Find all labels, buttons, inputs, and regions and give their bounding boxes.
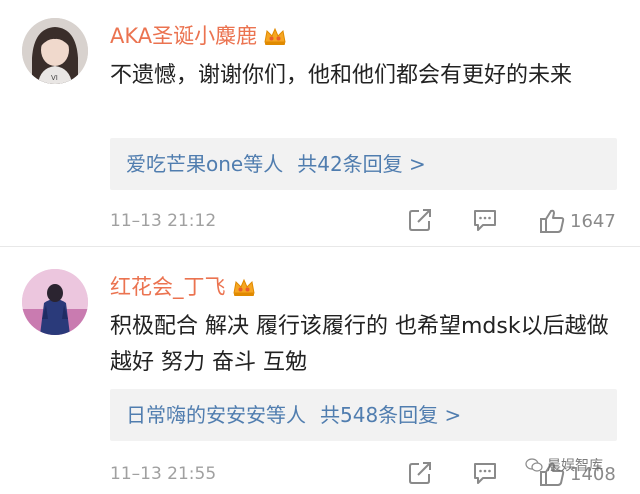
svg-text:VI: VI: [51, 74, 58, 82]
comment-icon: [474, 210, 496, 231]
username-row: AKA圣诞小麋鹿: [110, 20, 287, 50]
share-button[interactable]: [407, 207, 433, 237]
watermark: 晨娱智库: [525, 455, 603, 475]
share-button[interactable]: [407, 460, 433, 490]
username-row: 红花会_丁飞: [110, 271, 256, 301]
share-icon: [409, 462, 431, 484]
reply-button[interactable]: [472, 460, 498, 490]
share-icon: [409, 209, 431, 231]
timestamp: 11–13 21:55: [110, 464, 217, 484]
thumbs-up-icon: [540, 209, 565, 233]
reply-users: 爱吃芒果one等人: [126, 152, 284, 176]
replies-summary-button[interactable]: 日常嗨的安安安等人 共548条回复 >: [110, 389, 617, 441]
comment-item: VI AKA圣诞小麋鹿 不遗憾，谢谢你们，他和他们都会有更好的未来 爱吃芒果on…: [0, 0, 640, 247]
avatar[interactable]: [22, 269, 88, 335]
watermark-text: 晨娱智库: [547, 458, 603, 474]
reply-users: 日常嗨的安安安等人: [126, 403, 306, 427]
reply-count: 共42条回复 >: [297, 152, 426, 176]
like-button[interactable]: [538, 207, 566, 237]
crown-badge-icon[interactable]: [263, 26, 287, 46]
comment-text: 不遗憾，谢谢你们，他和他们都会有更好的未来: [110, 63, 573, 88]
wechat-icon: [525, 458, 543, 472]
comment-meta: 11–13 21:12 1647: [110, 207, 625, 237]
replies-summary-button[interactable]: 爱吃芒果one等人 共42条回复 >: [110, 138, 617, 190]
avatar[interactable]: VI: [22, 18, 88, 84]
reply-button[interactable]: [472, 207, 498, 237]
timestamp: 11–13 21:12: [110, 211, 217, 231]
crown-badge-icon[interactable]: [232, 277, 256, 297]
username-link[interactable]: 红花会_丁飞: [110, 275, 226, 299]
reply-count: 共548条回复 >: [320, 403, 462, 427]
username-link[interactable]: AKA圣诞小麋鹿: [110, 24, 257, 48]
comment-text: 积极配合 解决 履行该履行的 也希望mdsk以后越做越好 努力 奋斗 互勉: [110, 314, 609, 375]
comment-icon: [474, 463, 496, 484]
like-count: 1647: [570, 211, 616, 232]
